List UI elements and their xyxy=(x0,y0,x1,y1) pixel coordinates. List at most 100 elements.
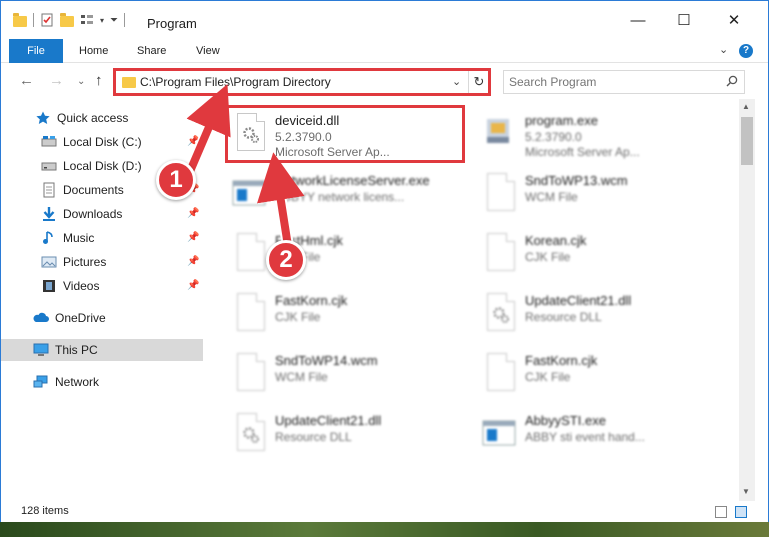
file-item[interactable]: UpdateClient21.dll Resource DLL xyxy=(227,405,457,461)
file-type: WCM File xyxy=(525,190,578,204)
file-name: FastKorn.cjk xyxy=(275,293,348,308)
file-item[interactable]: FastKorn.cjk CJK File xyxy=(477,345,707,401)
status-bar: 128 items xyxy=(1,501,768,522)
sidebar-item-label: OneDrive xyxy=(55,311,106,325)
sidebar-item-label: Local Disk (D:) xyxy=(63,159,142,173)
ribbon-tabs: File Home Share View ⌄ ? xyxy=(1,39,768,63)
large-icons-view-icon[interactable] xyxy=(735,506,747,518)
sidebar-item-videos[interactable]: Videos 📌 xyxy=(1,275,203,297)
dll-gear-icon xyxy=(231,411,267,455)
up-arrow-icon[interactable]: ↑ xyxy=(95,72,103,89)
file-name: FastKorn.cjk xyxy=(525,353,598,368)
minimize-button[interactable]: — xyxy=(615,1,661,39)
file-type: CJK File xyxy=(525,250,571,264)
forward-arrow-icon[interactable]: → xyxy=(49,72,64,89)
tab-share[interactable]: Share xyxy=(137,39,166,63)
tab-file[interactable]: File xyxy=(9,39,63,63)
file-item[interactable]: FastHml.cjk CJK File xyxy=(227,225,457,281)
file-type: Resource DLL xyxy=(525,310,602,324)
documents-icon xyxy=(43,182,55,198)
step-2-badge: 2 xyxy=(266,240,306,280)
divider xyxy=(33,13,34,27)
scrollbar-thumb[interactable] xyxy=(741,117,753,165)
file-icon xyxy=(481,231,517,275)
sidebar-item-music[interactable]: Music 📌 xyxy=(1,227,203,249)
videos-icon xyxy=(43,280,55,292)
sidebar-item-this-pc[interactable]: This PC xyxy=(1,339,203,361)
item-count: 128 items xyxy=(21,505,69,517)
file-item[interactable]: FastKorn.cjk CJK File xyxy=(227,285,457,341)
window-title: Program xyxy=(147,16,197,31)
divider xyxy=(124,13,126,27)
sidebar-item-quick-access[interactable]: Quick access xyxy=(1,107,203,129)
dll-gear-icon xyxy=(481,291,517,335)
search-input[interactable] xyxy=(509,74,709,90)
sidebar-item-label: Documents xyxy=(63,183,124,197)
pin-icon: 📌 xyxy=(187,280,200,291)
tab-view[interactable]: View xyxy=(196,39,220,63)
file-type: Resource DLL xyxy=(275,430,352,444)
file-type: CJK File xyxy=(275,310,321,324)
pin-icon: 📌 xyxy=(187,232,200,243)
customize-toolbar-icon[interactable]: ⏷ xyxy=(110,15,118,26)
close-button[interactable]: ✕ xyxy=(711,1,757,39)
file-icon xyxy=(481,171,517,215)
title-bar: ▾ ⏷ Program — ☐ ✕ xyxy=(1,1,768,39)
sidebar-item-label: Local Disk (C:) xyxy=(63,135,142,149)
file-item[interactable]: program.exe 5.2.3790.0 Microsoft Server … xyxy=(477,105,707,161)
file-name: SndToWP13.wcm xyxy=(525,173,628,188)
file-icon xyxy=(231,291,267,335)
vertical-scrollbar[interactable]: ▲ ▼ xyxy=(739,99,755,501)
file-explorer-window: ▾ ⏷ Program — ☐ ✕ File Home Share View ⌄… xyxy=(0,0,769,522)
pin-icon: 📌 xyxy=(187,256,200,267)
file-type: WCM File xyxy=(275,370,328,384)
sidebar-item-downloads[interactable]: Downloads 📌 xyxy=(1,203,203,225)
properties-icon[interactable] xyxy=(40,13,54,27)
file-list: deviceid.dll 5.2.3790.0 Microsoft Server… xyxy=(205,99,739,501)
tab-home[interactable]: Home xyxy=(79,39,108,63)
maximize-button[interactable]: ☐ xyxy=(661,1,707,39)
scroll-down-icon[interactable]: ▼ xyxy=(742,487,750,496)
file-name: UpdateClient21.dll xyxy=(275,413,382,428)
exe-window-icon xyxy=(232,180,266,206)
search-icon[interactable] xyxy=(726,75,738,87)
recent-locations-icon[interactable]: ⌄ xyxy=(77,76,85,87)
view-options-icon[interactable] xyxy=(80,13,94,27)
file-item[interactable]: SndToWP13.wcm WCM File xyxy=(477,165,707,221)
expand-ribbon-icon[interactable]: ⌄ xyxy=(719,43,728,56)
file-name: UpdateClient21.dll xyxy=(525,293,632,308)
file-description: Microsoft Server Ap... xyxy=(525,145,640,159)
network-icon xyxy=(33,375,48,388)
pin-icon: 📌 xyxy=(187,136,200,147)
file-icon xyxy=(231,351,267,395)
music-icon xyxy=(43,231,53,244)
chevron-down-icon[interactable]: ▾ xyxy=(100,16,104,25)
file-item[interactable]: SndToWP14.wcm WCM File xyxy=(227,345,457,401)
file-name: Korean.cjk xyxy=(525,233,587,248)
sidebar-item-label: Quick access xyxy=(57,111,129,125)
file-highlight xyxy=(225,105,465,163)
exe-icon xyxy=(487,119,509,143)
file-item[interactable]: NetworkLicenseServer.exe ABBYY network l… xyxy=(227,165,457,221)
file-type: CJK File xyxy=(525,370,571,384)
help-icon[interactable]: ? xyxy=(739,44,753,58)
new-folder-icon[interactable] xyxy=(60,12,74,27)
cloud-icon xyxy=(33,312,49,322)
details-view-icon[interactable] xyxy=(715,506,727,518)
file-icon xyxy=(231,231,267,275)
sidebar-item-label: Music xyxy=(63,231,95,245)
search-box[interactable] xyxy=(503,70,745,94)
pictures-icon xyxy=(41,256,57,268)
file-item[interactable]: AbbyySTI.exe ABBY sti event hand... xyxy=(477,405,707,461)
sidebar-item-label: Pictures xyxy=(63,255,107,269)
file-name: SndToWP14.wcm xyxy=(275,353,378,368)
file-item[interactable]: UpdateClient21.dll Resource DLL xyxy=(477,285,707,341)
sidebar-item-local-disk-c[interactable]: Local Disk (C:) 📌 xyxy=(1,131,203,153)
sidebar-item-onedrive[interactable]: OneDrive xyxy=(1,307,203,329)
pin-icon: 📌 xyxy=(187,208,200,219)
sidebar-item-network[interactable]: Network xyxy=(1,371,203,393)
scroll-up-icon[interactable]: ▲ xyxy=(742,102,750,111)
file-item[interactable]: Korean.cjk CJK File xyxy=(477,225,707,281)
sidebar-item-pictures[interactable]: Pictures 📌 xyxy=(1,251,203,273)
back-arrow-icon[interactable]: ← xyxy=(19,72,34,89)
